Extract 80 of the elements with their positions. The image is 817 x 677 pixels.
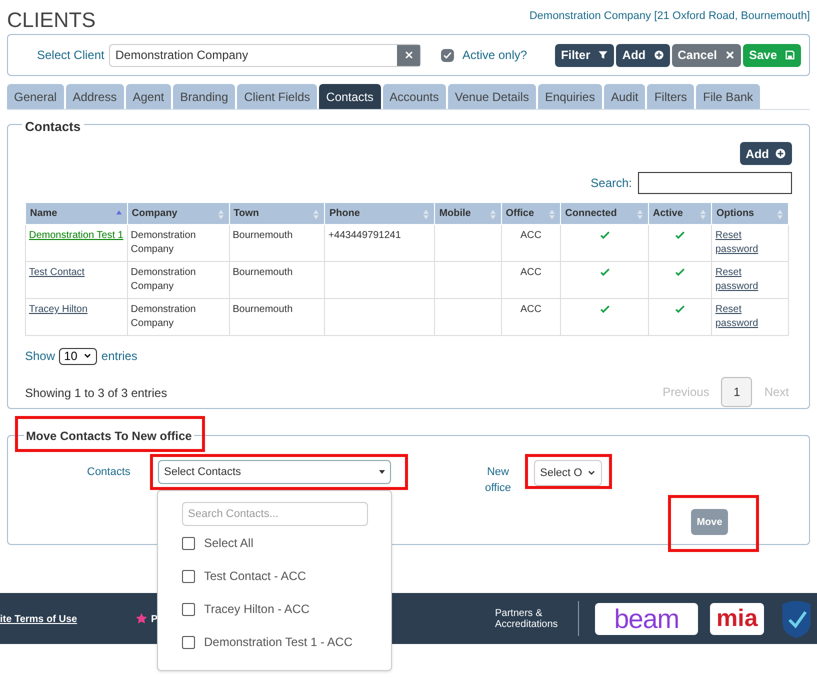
check-icon [443,50,452,60]
checkbox[interactable] [182,570,195,582]
clear-button[interactable] [397,44,420,66]
toolbar-button[interactable]: Cancel [672,44,741,66]
checkbox[interactable] [441,48,454,62]
caret-down-icon [379,470,385,474]
column-header[interactable]: Office [501,202,561,224]
funnel-icon [598,50,608,60]
tab[interactable]: Audit [604,84,646,109]
column-header[interactable]: Mobile [434,202,502,224]
search-field[interactable] [638,172,792,194]
table-cell: Demonstration Company [130,267,196,292]
close-icon [404,51,413,59]
entries-info: Showing 1 to 3 of 3 entries [25,385,168,402]
client-select[interactable]: Demonstration Company [109,44,422,66]
terms-link[interactable]: ite Terms of Use [0,612,78,627]
tab[interactable]: Address [66,84,124,109]
partners-label: Partners & Accreditations [495,608,559,630]
tab[interactable]: Enquiries [538,84,602,109]
field-label: Select Client [37,47,104,64]
tab[interactable]: Client Fields [237,84,318,109]
tab[interactable]: Agent [126,84,172,109]
table-cell: +443449791241 [328,230,401,241]
column-header[interactable]: Name [26,202,128,224]
field-label: New office [484,465,512,496]
close-icon [724,50,735,60]
option-label[interactable]: Select All [204,534,254,552]
contact-link[interactable]: Test Contact [29,267,85,278]
table-cell: ACC [520,304,542,315]
tab[interactable]: General [7,84,64,109]
show-label: Show [25,348,56,365]
toolbar-button[interactable]: Filter [554,44,614,66]
option-label[interactable]: Demonstration Test 1 - ACC [204,633,353,651]
table-cell: ACC [520,230,542,241]
contacts-select[interactable]: Select Contacts [158,460,391,484]
column-header[interactable]: Town [229,202,325,224]
column-header[interactable]: Active [648,202,712,224]
table-cell: Demonstration Company [130,230,196,255]
entries-label: entries [101,348,138,365]
table-cell: Bournemouth [232,230,293,241]
page-size-select[interactable]: 10 [59,348,98,364]
column-header[interactable]: Company [127,202,230,224]
plus-circle-icon [775,148,786,159]
floppy-icon [785,50,795,60]
plus-circle-icon [654,50,664,60]
page-button[interactable]: 1 [721,377,752,407]
contact-link[interactable]: Tracey Hilton [29,304,88,315]
tab[interactable]: Contacts [319,84,381,109]
tab[interactable]: Accounts [382,84,446,109]
field-label: Contacts [87,465,130,480]
checkbox[interactable] [182,536,195,550]
toolbar-button[interactable]: Add [616,44,670,66]
star-icon [136,613,147,624]
table-cell: ACC [520,267,542,278]
tab[interactable]: File Bank [696,84,760,109]
office-select[interactable]: Select O [534,460,602,486]
chevron-down-icon [587,470,596,476]
tab[interactable]: Branding [173,84,236,109]
beam-logo: beam [595,603,698,635]
table-cell: Bournemouth [232,267,293,278]
column-header[interactable]: Phone [324,202,435,224]
column-header[interactable]: Options [712,202,788,224]
shield-check-icon [780,598,813,639]
client-link[interactable]: Demonstration Company [21 Oxford Road, Bournemouth] [529,8,810,24]
option-label[interactable]: Test Contact - ACC [204,567,306,585]
checkbox[interactable] [182,636,195,648]
column-header[interactable]: Connected [560,202,648,224]
option-label[interactable]: Tracey Hilton - ACC [204,600,310,618]
tab[interactable]: Venue Details [448,84,536,109]
search-label: Search: [590,175,632,192]
checkbox[interactable] [182,602,195,616]
chevron-down-icon [83,352,92,360]
mia-logo: mia [710,603,764,635]
add-button[interactable]: Add [740,142,792,165]
page-title: CLIENTS [7,8,96,34]
tab[interactable]: Filters [647,84,694,109]
table-cell: Demonstration Company [130,304,196,329]
table-cell: Bournemouth [232,304,293,315]
footer-text: P [151,613,158,627]
checkbox-label: Active only? [462,47,528,64]
